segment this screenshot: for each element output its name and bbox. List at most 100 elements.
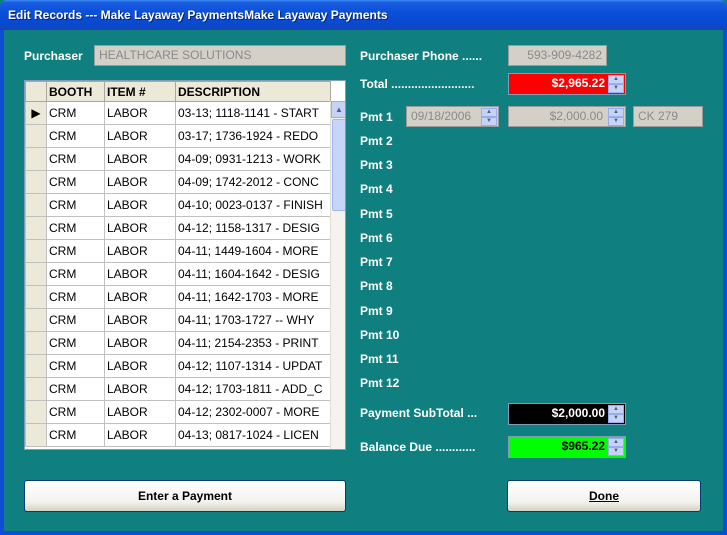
cell-item[interactable]: LABOR bbox=[104, 124, 176, 148]
table-row[interactable]: CRM LABOR 04-12; 1158-1317 - DESIG bbox=[25, 216, 331, 240]
vertical-scrollbar[interactable]: ▲ ▼ bbox=[330, 101, 345, 449]
payment-date-spinner[interactable]: ▲ ▼ bbox=[481, 108, 497, 126]
table-row[interactable]: CRM LABOR 04-11; 1449-1604 - MORE bbox=[25, 239, 331, 263]
done-button[interactable]: Done bbox=[507, 480, 701, 512]
cell-description[interactable]: 04-11; 1642-1703 - MORE bbox=[175, 285, 331, 309]
table-row[interactable]: CRM LABOR 04-11; 1642-1703 - MORE bbox=[25, 285, 331, 309]
cell-item[interactable]: LABOR bbox=[104, 285, 176, 309]
cell-description[interactable]: 04-10; 0023-0137 - FINISH bbox=[175, 193, 331, 217]
spin-down-icon[interactable]: ▼ bbox=[608, 414, 624, 423]
payment-date-field[interactable]: 09/18/2006 ▲ ▼ bbox=[406, 106, 499, 127]
cell-description[interactable]: 03-13; 1118-1141 - START bbox=[175, 101, 331, 125]
cell-item[interactable]: LABOR bbox=[104, 331, 176, 355]
vertical-scroll-thumb[interactable] bbox=[332, 119, 345, 211]
table-row[interactable]: CRM LABOR 04-09; 0931-1213 - WORK bbox=[25, 147, 331, 171]
cell-description[interactable]: 04-09; 0931-1213 - WORK bbox=[175, 147, 331, 171]
column-header-item[interactable]: ITEM # bbox=[104, 81, 176, 102]
cell-booth[interactable]: CRM bbox=[46, 331, 105, 355]
cell-item[interactable]: LABOR bbox=[104, 377, 176, 401]
column-header-booth[interactable]: BOOTH bbox=[46, 81, 105, 102]
cell-booth[interactable]: CRM bbox=[46, 239, 105, 263]
spin-up-icon[interactable]: ▲ bbox=[608, 438, 624, 447]
payment-reference-field[interactable]: CK 279 bbox=[633, 106, 703, 127]
payment-amount-field[interactable]: $2,000.00 ▲ ▼ bbox=[508, 106, 626, 127]
cell-description[interactable]: 04-13; 0817-1024 - LICEN bbox=[175, 423, 331, 447]
cell-booth[interactable]: CRM bbox=[46, 216, 105, 240]
cell-description[interactable]: 04-11; 1604-1642 - DESIG bbox=[175, 262, 331, 286]
row-selector[interactable] bbox=[25, 193, 47, 217]
spin-down-icon[interactable]: ▼ bbox=[608, 84, 624, 93]
row-selector[interactable] bbox=[25, 124, 47, 148]
purchaser-phone-field[interactable]: 593-909-4282 bbox=[508, 45, 607, 66]
enter-payment-button[interactable]: Enter a Payment bbox=[24, 480, 346, 512]
spin-down-icon[interactable]: ▼ bbox=[608, 447, 624, 456]
column-header-description[interactable]: DESCRIPTION bbox=[175, 81, 331, 102]
cell-description[interactable]: 04-09; 1742-2012 - CONC bbox=[175, 170, 331, 194]
cell-item[interactable]: LABOR bbox=[104, 354, 176, 378]
row-selector[interactable] bbox=[25, 239, 47, 263]
cell-description[interactable]: 04-11; 1703-1727 -- WHY bbox=[175, 308, 331, 332]
row-selector[interactable] bbox=[25, 400, 47, 424]
cell-description[interactable]: 04-12; 1158-1317 - DESIG bbox=[175, 216, 331, 240]
spin-up-icon[interactable]: ▲ bbox=[608, 108, 624, 117]
cell-item[interactable]: LABOR bbox=[104, 216, 176, 240]
spin-down-icon[interactable]: ▼ bbox=[481, 117, 497, 126]
cell-booth[interactable]: CRM bbox=[46, 101, 105, 125]
cell-item[interactable]: LABOR bbox=[104, 239, 176, 263]
table-row[interactable]: CRM LABOR 04-12; 2302-0007 - MORE bbox=[25, 400, 331, 424]
row-selector[interactable]: ▶ bbox=[25, 101, 47, 125]
row-selector[interactable] bbox=[25, 377, 47, 401]
balance-due-field[interactable]: $965.22 ▲ ▼ bbox=[508, 436, 626, 458]
subtotal-field[interactable]: $2,000.00 ▲ ▼ bbox=[508, 403, 626, 425]
table-row[interactable]: CRM LABOR 04-13; 0817-1024 - LICEN bbox=[25, 423, 331, 447]
cell-item[interactable]: LABOR bbox=[104, 170, 176, 194]
table-row[interactable]: CRM LABOR 04-10; 0023-0137 - FINISH bbox=[25, 193, 331, 217]
table-row[interactable]: CRM LABOR 04-11; 2154-2353 - PRINT bbox=[25, 331, 331, 355]
title-bar[interactable]: Edit Records --- Make Layaway PaymentsMa… bbox=[0, 0, 727, 30]
cell-item[interactable]: LABOR bbox=[104, 147, 176, 171]
table-row[interactable]: CRM LABOR 04-11; 1703-1727 -- WHY bbox=[25, 308, 331, 332]
table-row[interactable]: CRM LABOR 04-12; 1703-1811 - ADD_C bbox=[25, 377, 331, 401]
cell-description[interactable]: 03-17; 1736-1924 - REDO bbox=[175, 124, 331, 148]
cell-item[interactable]: LABOR bbox=[104, 101, 176, 125]
purchaser-field[interactable]: HEALTHCARE SOLUTIONS bbox=[94, 45, 346, 66]
balance-spinner[interactable]: ▲ ▼ bbox=[608, 438, 624, 456]
spin-down-icon[interactable]: ▼ bbox=[608, 117, 624, 126]
row-selector[interactable] bbox=[25, 147, 47, 171]
cell-description[interactable]: 04-11; 2154-2353 - PRINT bbox=[175, 331, 331, 355]
scroll-up-icon[interactable]: ▲ bbox=[331, 101, 345, 118]
cell-booth[interactable]: CRM bbox=[46, 354, 105, 378]
row-selector[interactable] bbox=[25, 331, 47, 355]
cell-booth[interactable]: CRM bbox=[46, 423, 105, 447]
row-selector[interactable] bbox=[25, 216, 47, 240]
cell-item[interactable]: LABOR bbox=[104, 423, 176, 447]
row-selector[interactable] bbox=[25, 262, 47, 286]
cell-booth[interactable]: CRM bbox=[46, 308, 105, 332]
cell-item[interactable]: LABOR bbox=[104, 400, 176, 424]
table-row[interactable]: CRM LABOR 04-09; 1742-2012 - CONC bbox=[25, 170, 331, 194]
row-selector[interactable] bbox=[25, 170, 47, 194]
cell-booth[interactable]: CRM bbox=[46, 193, 105, 217]
total-field[interactable]: $2,965.22 ▲ ▼ bbox=[508, 73, 626, 95]
row-selector[interactable] bbox=[25, 308, 47, 332]
payment-amount-spinner[interactable]: ▲ ▼ bbox=[608, 108, 624, 126]
total-spinner[interactable]: ▲ ▼ bbox=[608, 75, 624, 93]
table-row[interactable]: CRM LABOR 04-12; 1107-1314 - UPDAT bbox=[25, 354, 331, 378]
spin-up-icon[interactable]: ▲ bbox=[608, 405, 624, 414]
cell-booth[interactable]: CRM bbox=[46, 124, 105, 148]
cell-booth[interactable]: CRM bbox=[46, 170, 105, 194]
cell-description[interactable]: 04-12; 2302-0007 - MORE bbox=[175, 400, 331, 424]
cell-booth[interactable]: CRM bbox=[46, 262, 105, 286]
cell-description[interactable]: 04-11; 1449-1604 - MORE bbox=[175, 239, 331, 263]
cell-booth[interactable]: CRM bbox=[46, 377, 105, 401]
row-selector[interactable] bbox=[25, 423, 47, 447]
row-selector[interactable] bbox=[25, 354, 47, 378]
spin-up-icon[interactable]: ▲ bbox=[608, 75, 624, 84]
cell-item[interactable]: LABOR bbox=[104, 193, 176, 217]
subtotal-spinner[interactable]: ▲ ▼ bbox=[608, 405, 624, 423]
cell-description[interactable]: 04-12; 1703-1811 - ADD_C bbox=[175, 377, 331, 401]
table-row[interactable]: CRM LABOR 03-17; 1736-1924 - REDO bbox=[25, 124, 331, 148]
line-items-grid[interactable]: BOOTH ITEM # DESCRIPTION ▶ CRM LABOR 03-13;… bbox=[24, 80, 346, 450]
cell-booth[interactable]: CRM bbox=[46, 400, 105, 424]
table-row[interactable]: ▶ CRM LABOR 03-13; 1118-1141 - START bbox=[25, 101, 331, 125]
